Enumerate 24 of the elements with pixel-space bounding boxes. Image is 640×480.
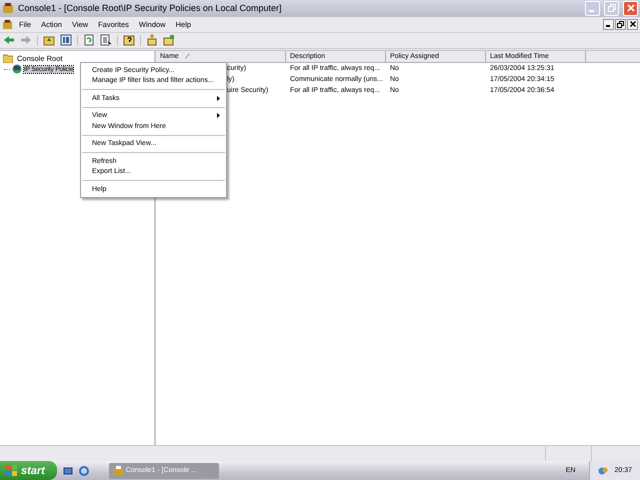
desktop-icon[interactable]: [62, 466, 73, 476]
browser-icon[interactable]: [78, 466, 89, 476]
folder-icon: [3, 54, 13, 63]
restore-button[interactable]: [615, 18, 626, 30]
close-icon: [630, 21, 636, 28]
policy-assign-icon[interactable]: [163, 34, 175, 46]
help-icon[interactable]: [123, 34, 135, 46]
refresh-icon[interactable]: [83, 34, 95, 46]
restore-icon: [617, 20, 624, 28]
window-title: Console1 - [Console Root\IP Security Policies on Local Computer]: [18, 3, 282, 14]
network-policy-icon: [12, 64, 22, 74]
network-icon[interactable]: [598, 466, 608, 476]
app-icon: [2, 2, 14, 14]
close-button[interactable]: [627, 18, 638, 30]
console-icon: [114, 466, 123, 476]
back-arrow-icon[interactable]: [3, 34, 15, 46]
tree-toggle-icon[interactable]: [60, 34, 72, 46]
folder-up-icon[interactable]: [43, 34, 55, 46]
minimize-button[interactable]: [603, 18, 614, 30]
new-policy-icon[interactable]: [146, 34, 158, 46]
document-icon: [2, 18, 13, 30]
close-icon: [626, 4, 634, 12]
windows-flag-icon: [6, 465, 17, 476]
export-list-icon[interactable]: [100, 34, 112, 46]
